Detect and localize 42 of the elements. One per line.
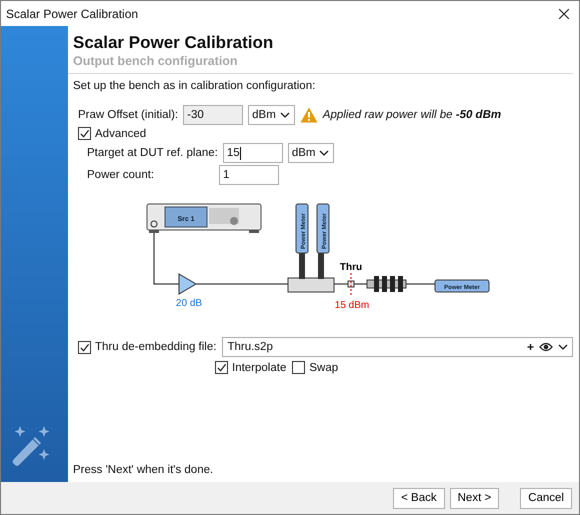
wizard-button[interactable]: < Back [393,488,445,508]
eye-icon[interactable] [539,342,553,352]
thru-marker [348,272,354,298]
checkbox-label: Advanced [95,128,146,140]
power-meter-drawing [434,280,490,292]
checkbox[interactable] [78,340,91,354]
checkbox[interactable] [292,361,306,374]
checkbox-label: Thru de-embedding file: [95,341,216,353]
amplifier-icon [178,273,197,295]
unit-dropdown[interactable]: dBm [288,143,334,163]
page-subtitle: Output bench configuration [73,53,239,69]
input-field[interactable]: 1 [219,165,279,185]
wizard-button[interactable]: Cancel [520,488,572,508]
field-label: Power count: [87,169,156,181]
window-title: Scalar Power Calibration [6,6,138,20]
checkbox-label: Interpolate [232,362,286,374]
add-button[interactable]: + [526,340,534,354]
field-label: Praw Offset (initial): [78,109,178,121]
caret-icon [319,150,330,156]
file-name: Thru.s2p [227,341,273,353]
caret-icon [558,344,568,350]
power-meter-drawing [316,204,330,254]
checkbox-label: Swap [309,362,338,374]
field-label: Ptarget at DUT ref. plane: [87,147,218,159]
warning-icon [300,107,318,123]
coupler-drawing [288,253,334,292]
warning-text: Applied raw power will be -50 dBm [322,109,502,121]
page-title: Scalar Power Calibration [73,33,274,53]
close-icon[interactable] [559,8,569,18]
file-dropdown[interactable]: Thru.s2p + [222,337,573,357]
footer-note: Press 'Next' when it's done. [73,464,214,476]
caret-icon [280,112,290,118]
checkbox[interactable] [78,127,91,140]
instruction-text: Set up the bench as in calibration configuration: [73,79,316,93]
wizard-button[interactable]: Next > [450,488,500,508]
attenuator-drawing [366,276,406,292]
gain-label: 20 dB [176,298,202,309]
checkbox[interactable] [215,361,228,374]
power-meter-drawing [296,204,308,254]
thru-label: Thru [340,262,362,273]
target-power-label: 15 dBm [334,300,370,311]
input-field[interactable]: 15 [222,143,283,163]
